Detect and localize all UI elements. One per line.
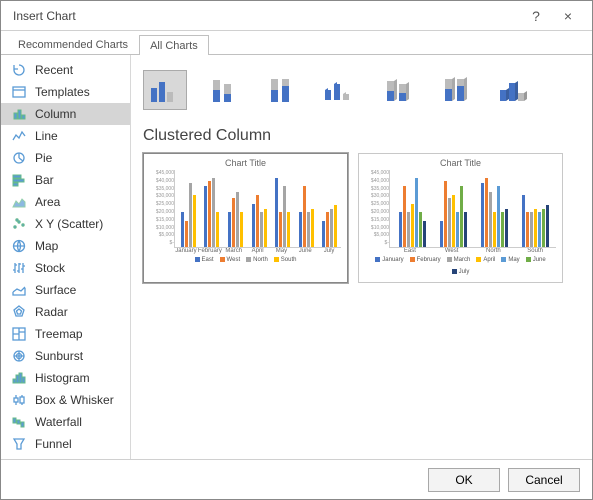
sidebar-item-label: Waterfall	[35, 415, 82, 429]
dialog-footer: OK Cancel	[1, 459, 592, 499]
subtype-row	[143, 65, 580, 115]
sidebar-item-label: Sunburst	[35, 349, 83, 363]
chart-preview-1[interactable]: Chart Title$-$5,000$10,000$15,000$20,000…	[143, 153, 348, 283]
sidebar-item-stock[interactable]: Stock	[1, 257, 130, 279]
column-icon	[11, 106, 27, 122]
area-icon	[11, 194, 27, 210]
recent-icon	[11, 62, 27, 78]
sidebar-item-surface[interactable]: Surface	[1, 279, 130, 301]
histogram-icon	[11, 370, 27, 386]
map-icon	[11, 238, 27, 254]
scatter-icon	[11, 216, 27, 232]
titlebar: Insert Chart ? ×	[1, 1, 592, 31]
sidebar-item-label: Funnel	[35, 437, 72, 451]
subtype-clustered-column[interactable]	[143, 70, 187, 110]
sidebar-item-bar[interactable]: Bar	[1, 169, 130, 191]
sidebar-item-label: X Y (Scatter)	[35, 217, 103, 231]
sidebar-item-label: Surface	[35, 283, 76, 297]
chart-preview-2[interactable]: Chart Title$-$5,000$10,000$15,000$20,000…	[358, 153, 563, 283]
tab-all-charts[interactable]: All Charts	[139, 35, 209, 55]
sidebar-item-label: Stock	[35, 261, 65, 275]
chart-legend: JanuaryFebruaryMarchAprilMayJuneJuly	[365, 257, 556, 275]
sidebar-item-funnel[interactable]: Funnel	[1, 433, 130, 455]
chart-type-sidebar: Recent Templates Column Line Pie Bar Area X Y (…	[1, 55, 131, 459]
close-button[interactable]: ×	[552, 1, 584, 31]
sidebar-item-label: Box & Whisker	[35, 393, 114, 407]
sidebar-item-histogram[interactable]: Histogram	[1, 367, 130, 389]
sidebar-item-label: Map	[35, 239, 58, 253]
sidebar-item-recent[interactable]: Recent	[1, 59, 130, 81]
treemap-icon	[11, 326, 27, 342]
sunburst-icon	[11, 348, 27, 364]
sidebar-item-label: Radar	[35, 305, 68, 319]
preview-row: Chart Title$-$5,000$10,000$15,000$20,000…	[143, 153, 580, 283]
sidebar-item-line[interactable]: Line	[1, 125, 130, 147]
window-title: Insert Chart	[13, 9, 520, 23]
sidebar-item-label: Histogram	[35, 371, 90, 385]
radar-icon	[11, 304, 27, 320]
subtype-3d-clustered-column[interactable]	[317, 70, 361, 110]
sidebar-item-sunburst[interactable]: Sunburst	[1, 345, 130, 367]
pie-icon	[11, 150, 27, 166]
sidebar-item-label: Line	[35, 129, 58, 143]
sidebar-item-waterfall[interactable]: Waterfall	[1, 411, 130, 433]
main-panel: Clustered Column Chart Title$-$5,000$10,…	[131, 55, 592, 459]
sidebar-item-label: Templates	[35, 85, 90, 99]
chart-title: Chart Title	[365, 158, 556, 168]
subtype-stacked-column[interactable]	[201, 70, 245, 110]
cancel-button[interactable]: Cancel	[508, 468, 580, 492]
sidebar-item-label: Treemap	[35, 327, 83, 341]
stock-icon	[11, 260, 27, 276]
subtype-3d-stacked-column[interactable]	[375, 70, 419, 110]
subtype-3d-100-stacked-column[interactable]	[433, 70, 477, 110]
templates-icon	[11, 84, 27, 100]
subtype-100-stacked-column[interactable]	[259, 70, 303, 110]
help-button[interactable]: ?	[520, 1, 552, 31]
box-whisker-icon	[11, 392, 27, 408]
sidebar-item-x-y-scatter-[interactable]: X Y (Scatter)	[1, 213, 130, 235]
tab-bar: Recommended Charts All Charts	[1, 31, 592, 55]
sidebar-item-pie[interactable]: Pie	[1, 147, 130, 169]
line-icon	[11, 128, 27, 144]
sidebar-item-label: Recent	[35, 63, 73, 77]
surface-icon	[11, 282, 27, 298]
waterfall-icon	[11, 414, 27, 430]
ok-button[interactable]: OK	[428, 468, 500, 492]
sidebar-item-label: Pie	[35, 151, 52, 165]
sidebar-item-map[interactable]: Map	[1, 235, 130, 257]
chart-title: Chart Title	[150, 158, 341, 168]
sidebar-item-label: Area	[35, 195, 60, 209]
sidebar-item-radar[interactable]: Radar	[1, 301, 130, 323]
section-title: Clustered Column	[143, 127, 580, 145]
chart-legend: EastWestNorthSouth	[150, 257, 341, 263]
subtype-3d-column[interactable]	[491, 70, 535, 110]
tab-recommended-charts[interactable]: Recommended Charts	[7, 34, 139, 54]
bar-icon	[11, 172, 27, 188]
sidebar-item-column[interactable]: Column	[1, 103, 130, 125]
sidebar-item-label: Column	[35, 107, 76, 121]
funnel-icon	[11, 436, 27, 452]
sidebar-item-templates[interactable]: Templates	[1, 81, 130, 103]
sidebar-item-box-whisker[interactable]: Box & Whisker	[1, 389, 130, 411]
sidebar-item-area[interactable]: Area	[1, 191, 130, 213]
sidebar-item-treemap[interactable]: Treemap	[1, 323, 130, 345]
sidebar-item-label: Bar	[35, 173, 54, 187]
